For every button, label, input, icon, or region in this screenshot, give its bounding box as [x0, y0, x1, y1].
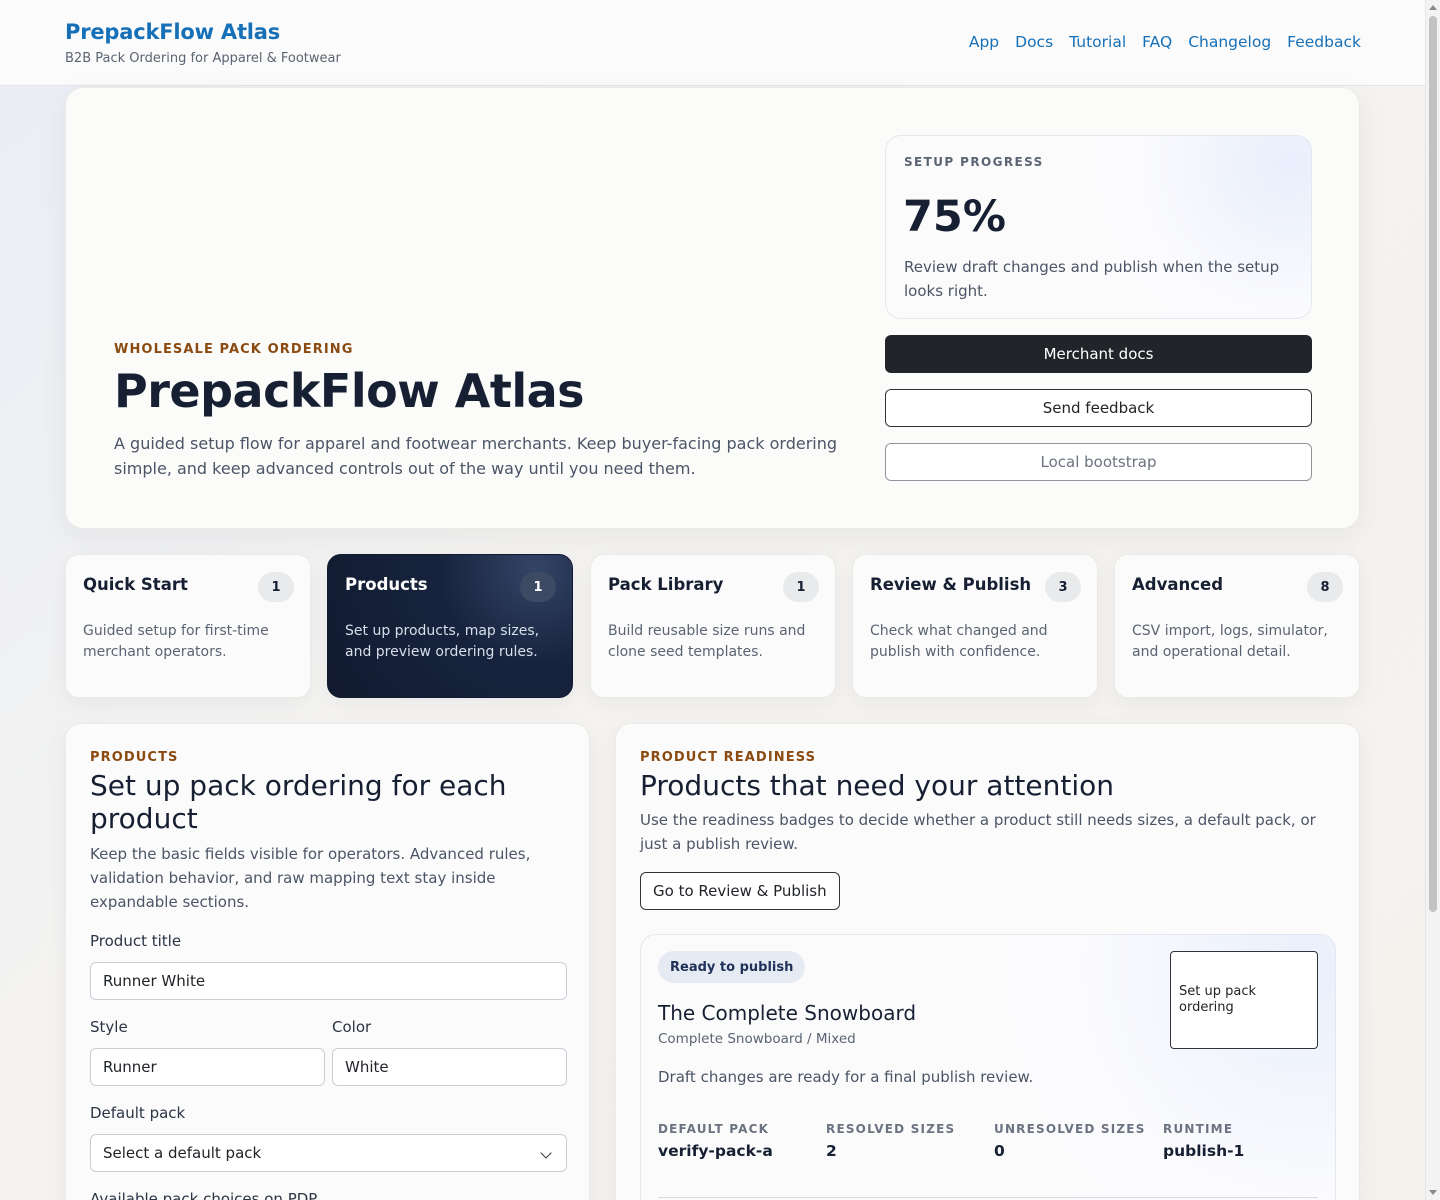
step-description: CSV import, logs, simulator, and operati… — [1132, 623, 1328, 660]
top-nav: App Docs Tutorial FAQ Changelog Feedback — [969, 33, 1361, 51]
products-description: Keep the basic fields visible for operat… — [90, 845, 531, 911]
merchant-docs-button[interactable]: Merchant docs — [885, 335, 1312, 373]
default-pack-label: Default pack — [90, 1104, 186, 1122]
step-title: Quick Start — [83, 575, 188, 594]
local-bootstrap-button[interactable]: Local bootstrap — [885, 443, 1312, 481]
color-label: Color — [332, 1018, 372, 1036]
scroll-down-icon[interactable] — [1429, 1190, 1437, 1195]
page-title: PrepackFlow Atlas — [114, 364, 585, 418]
step-count-badge: 1 — [258, 572, 294, 602]
product-title-input[interactable]: Runner White — [90, 962, 567, 1000]
setup-progress-note: Review draft changes and publish when th… — [904, 258, 1280, 300]
status-badge: Ready to publish — [658, 951, 806, 983]
default-pack-selected: Select a default pack — [103, 1144, 262, 1162]
product-meta: Complete Snowboard / Mixed — [658, 1031, 856, 1047]
product-title-label: Product title — [90, 932, 182, 950]
products-title: Set up pack ordering for each product — [90, 769, 507, 835]
product-name: The Complete Snowboard — [658, 1001, 917, 1025]
step-count-badge: 3 — [1045, 572, 1081, 602]
style-label: Style — [90, 1018, 128, 1036]
tab-pack-library[interactable]: Pack Library 1 Build reusable size runs … — [590, 554, 836, 698]
readiness-description: Use the readiness badges to decide wheth… — [640, 811, 1316, 853]
hero-eyebrow: WHOLESALE PACK ORDERING — [114, 342, 354, 357]
step-description: Check what changed and publish with conf… — [870, 623, 1048, 660]
stat-value: 2 — [826, 1142, 837, 1160]
brand-title[interactable]: PrepackFlow Atlas — [65, 20, 280, 44]
tab-products[interactable]: Products 1 Set up products, map sizes, a… — [327, 554, 573, 698]
stat-value: verify-pack-a — [658, 1142, 773, 1160]
step-title: Advanced — [1132, 575, 1223, 594]
go-to-review-button[interactable]: Go to Review & Publish — [640, 872, 840, 910]
stat-label: DEFAULT PACK — [658, 1122, 770, 1136]
page-scrollbar[interactable] — [1425, 0, 1440, 1200]
default-pack-select[interactable]: Select a default pack — [90, 1134, 567, 1172]
step-count-badge: 8 — [1307, 572, 1343, 602]
tab-review-publish[interactable]: Review & Publish 3 Check what changed an… — [852, 554, 1098, 698]
top-bar: PrepackFlow Atlas B2B Pack Ordering for … — [0, 0, 1425, 86]
setup-progress-value: 75% — [903, 192, 1006, 242]
nav-link-changelog[interactable]: Changelog — [1188, 33, 1271, 51]
nav-link-app[interactable]: App — [969, 33, 999, 51]
tab-quick-start[interactable]: Quick Start 1 Guided setup for first-tim… — [65, 554, 311, 698]
chevron-down-icon — [540, 1147, 552, 1159]
pack-choices-label: Available pack choices on PDP — [90, 1190, 318, 1200]
nav-link-tutorial[interactable]: Tutorial — [1069, 33, 1126, 51]
stat-default-pack: DEFAULT PACK verify-pack-a — [658, 1122, 773, 1160]
step-tabs: Quick Start 1 Guided setup for first-tim… — [65, 554, 1360, 698]
stat-value: 0 — [994, 1142, 1005, 1160]
products-panel: PRODUCTS Set up pack ordering for each p… — [65, 723, 590, 1200]
scroll-up-icon[interactable] — [1429, 5, 1437, 10]
nav-link-feedback[interactable]: Feedback — [1287, 33, 1361, 51]
set-up-pack-ordering-button[interactable]: Set up pack ordering — [1170, 951, 1318, 1049]
stat-unresolved-sizes: UNRESOLVED SIZES 0 — [994, 1122, 1146, 1160]
hero-section: WHOLESALE PACK ORDERING PrepackFlow Atla… — [65, 87, 1360, 529]
setup-progress-card: SETUP PROGRESS 75% Review draft changes … — [885, 135, 1312, 319]
step-count-badge: 1 — [783, 572, 819, 602]
scrollbar-thumb[interactable] — [1429, 16, 1437, 912]
step-count-badge: 1 — [520, 572, 556, 602]
readiness-title: Products that need your attention — [640, 769, 1115, 802]
product-card: Ready to publish Set up pack ordering Th… — [640, 934, 1336, 1200]
step-description: Build reusable size runs and clone seed … — [608, 623, 806, 660]
color-input[interactable]: White — [332, 1048, 567, 1086]
stat-value: publish-1 — [1163, 1142, 1245, 1160]
step-description: Set up products, map sizes, and preview … — [345, 623, 540, 660]
step-title: Products — [345, 575, 428, 594]
product-note: Draft changes are ready for a final publ… — [658, 1068, 1034, 1086]
nav-link-faq[interactable]: FAQ — [1142, 33, 1172, 51]
products-eyebrow: PRODUCTS — [90, 750, 179, 765]
stat-resolved-sizes: RESOLVED SIZES 2 — [826, 1122, 955, 1160]
tab-advanced[interactable]: Advanced 8 CSV import, logs, simulator, … — [1114, 554, 1360, 698]
product-readiness-panel: PRODUCT READINESS Products that need you… — [615, 723, 1360, 1200]
stat-label: RUNTIME — [1163, 1122, 1234, 1136]
step-description: Guided setup for first-time merchant ope… — [83, 623, 269, 660]
step-title: Pack Library — [608, 575, 724, 594]
send-feedback-button[interactable]: Send feedback — [885, 389, 1312, 427]
style-input[interactable]: Runner — [90, 1048, 325, 1086]
hero-description: A guided setup flow for apparel and foot… — [114, 434, 838, 478]
readiness-eyebrow: PRODUCT READINESS — [640, 750, 817, 765]
stat-runtime: RUNTIME publish-1 — [1163, 1122, 1244, 1160]
step-title: Review & Publish — [870, 575, 1032, 594]
stat-label: UNRESOLVED SIZES — [994, 1122, 1146, 1136]
setup-progress-label: SETUP PROGRESS — [904, 155, 1044, 169]
nav-link-docs[interactable]: Docs — [1015, 33, 1053, 51]
stat-label: RESOLVED SIZES — [826, 1122, 956, 1136]
card-divider — [658, 1197, 1318, 1198]
brand-subtitle: B2B Pack Ordering for Apparel & Footwear — [65, 51, 341, 66]
